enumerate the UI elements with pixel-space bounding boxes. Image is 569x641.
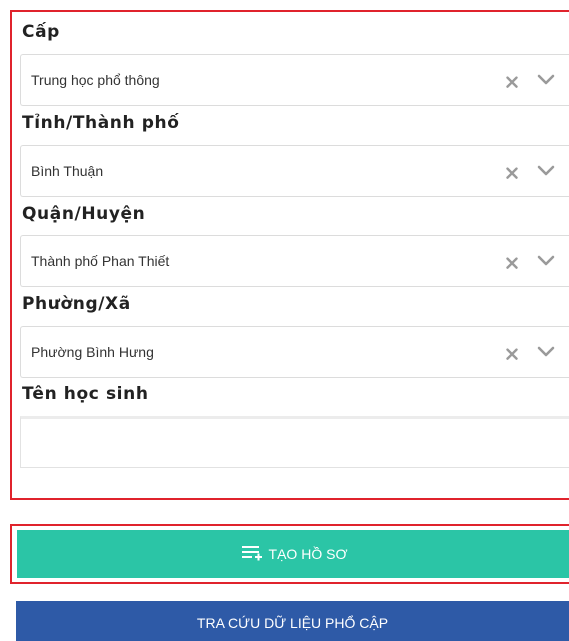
province-clear-icon[interactable] <box>503 164 521 182</box>
ward-select-value: Phường Bình Hưng <box>31 344 154 360</box>
district-label: Quận/Huyện <box>22 204 146 224</box>
district-clear-icon[interactable] <box>503 254 521 272</box>
level-label: Cấp <box>22 22 60 42</box>
province-select-value: Bình Thuận <box>31 163 104 179</box>
district-chevron-down-icon[interactable] <box>535 252 557 270</box>
create-button-highlight: TẠO HỒ SƠ <box>10 524 569 584</box>
level-chevron-down-icon[interactable] <box>535 71 557 89</box>
level-clear-icon[interactable] <box>503 73 521 91</box>
district-select[interactable]: Thành phố Phan Thiết <box>20 235 569 287</box>
playlist-add-icon <box>241 544 263 565</box>
ward-label: Phường/Xã <box>22 294 131 314</box>
level-select[interactable]: Trung học phổ thông <box>20 54 569 106</box>
province-label: Tỉnh/Thành phố <box>22 113 180 133</box>
lookup-data-label: TRA CỨU DỮ LIỆU PHỔ CẬP <box>196 615 389 631</box>
student-name-input[interactable] <box>20 416 569 468</box>
student-name-label: Tên học sinh <box>22 384 149 404</box>
lookup-data-button[interactable]: TRA CỨU DỮ LIỆU PHỔ CẬP <box>16 601 569 641</box>
search-form-panel: Cấp Trung học phổ thông Tỉnh/Thành phố B… <box>10 10 569 500</box>
district-select-value: Thành phố Phan Thiết <box>31 253 170 269</box>
create-record-button[interactable]: TẠO HỒ SƠ <box>17 530 569 578</box>
student-record-page: Cấp Trung học phổ thông Tỉnh/Thành phố B… <box>0 0 569 641</box>
level-select-value: Trung học phổ thông <box>31 72 160 88</box>
province-chevron-down-icon[interactable] <box>535 162 557 180</box>
ward-clear-icon[interactable] <box>503 345 521 363</box>
create-record-label: TẠO HỒ SƠ <box>268 546 348 562</box>
province-select[interactable]: Bình Thuận <box>20 145 569 197</box>
ward-chevron-down-icon[interactable] <box>535 343 557 361</box>
ward-select[interactable]: Phường Bình Hưng <box>20 326 569 378</box>
